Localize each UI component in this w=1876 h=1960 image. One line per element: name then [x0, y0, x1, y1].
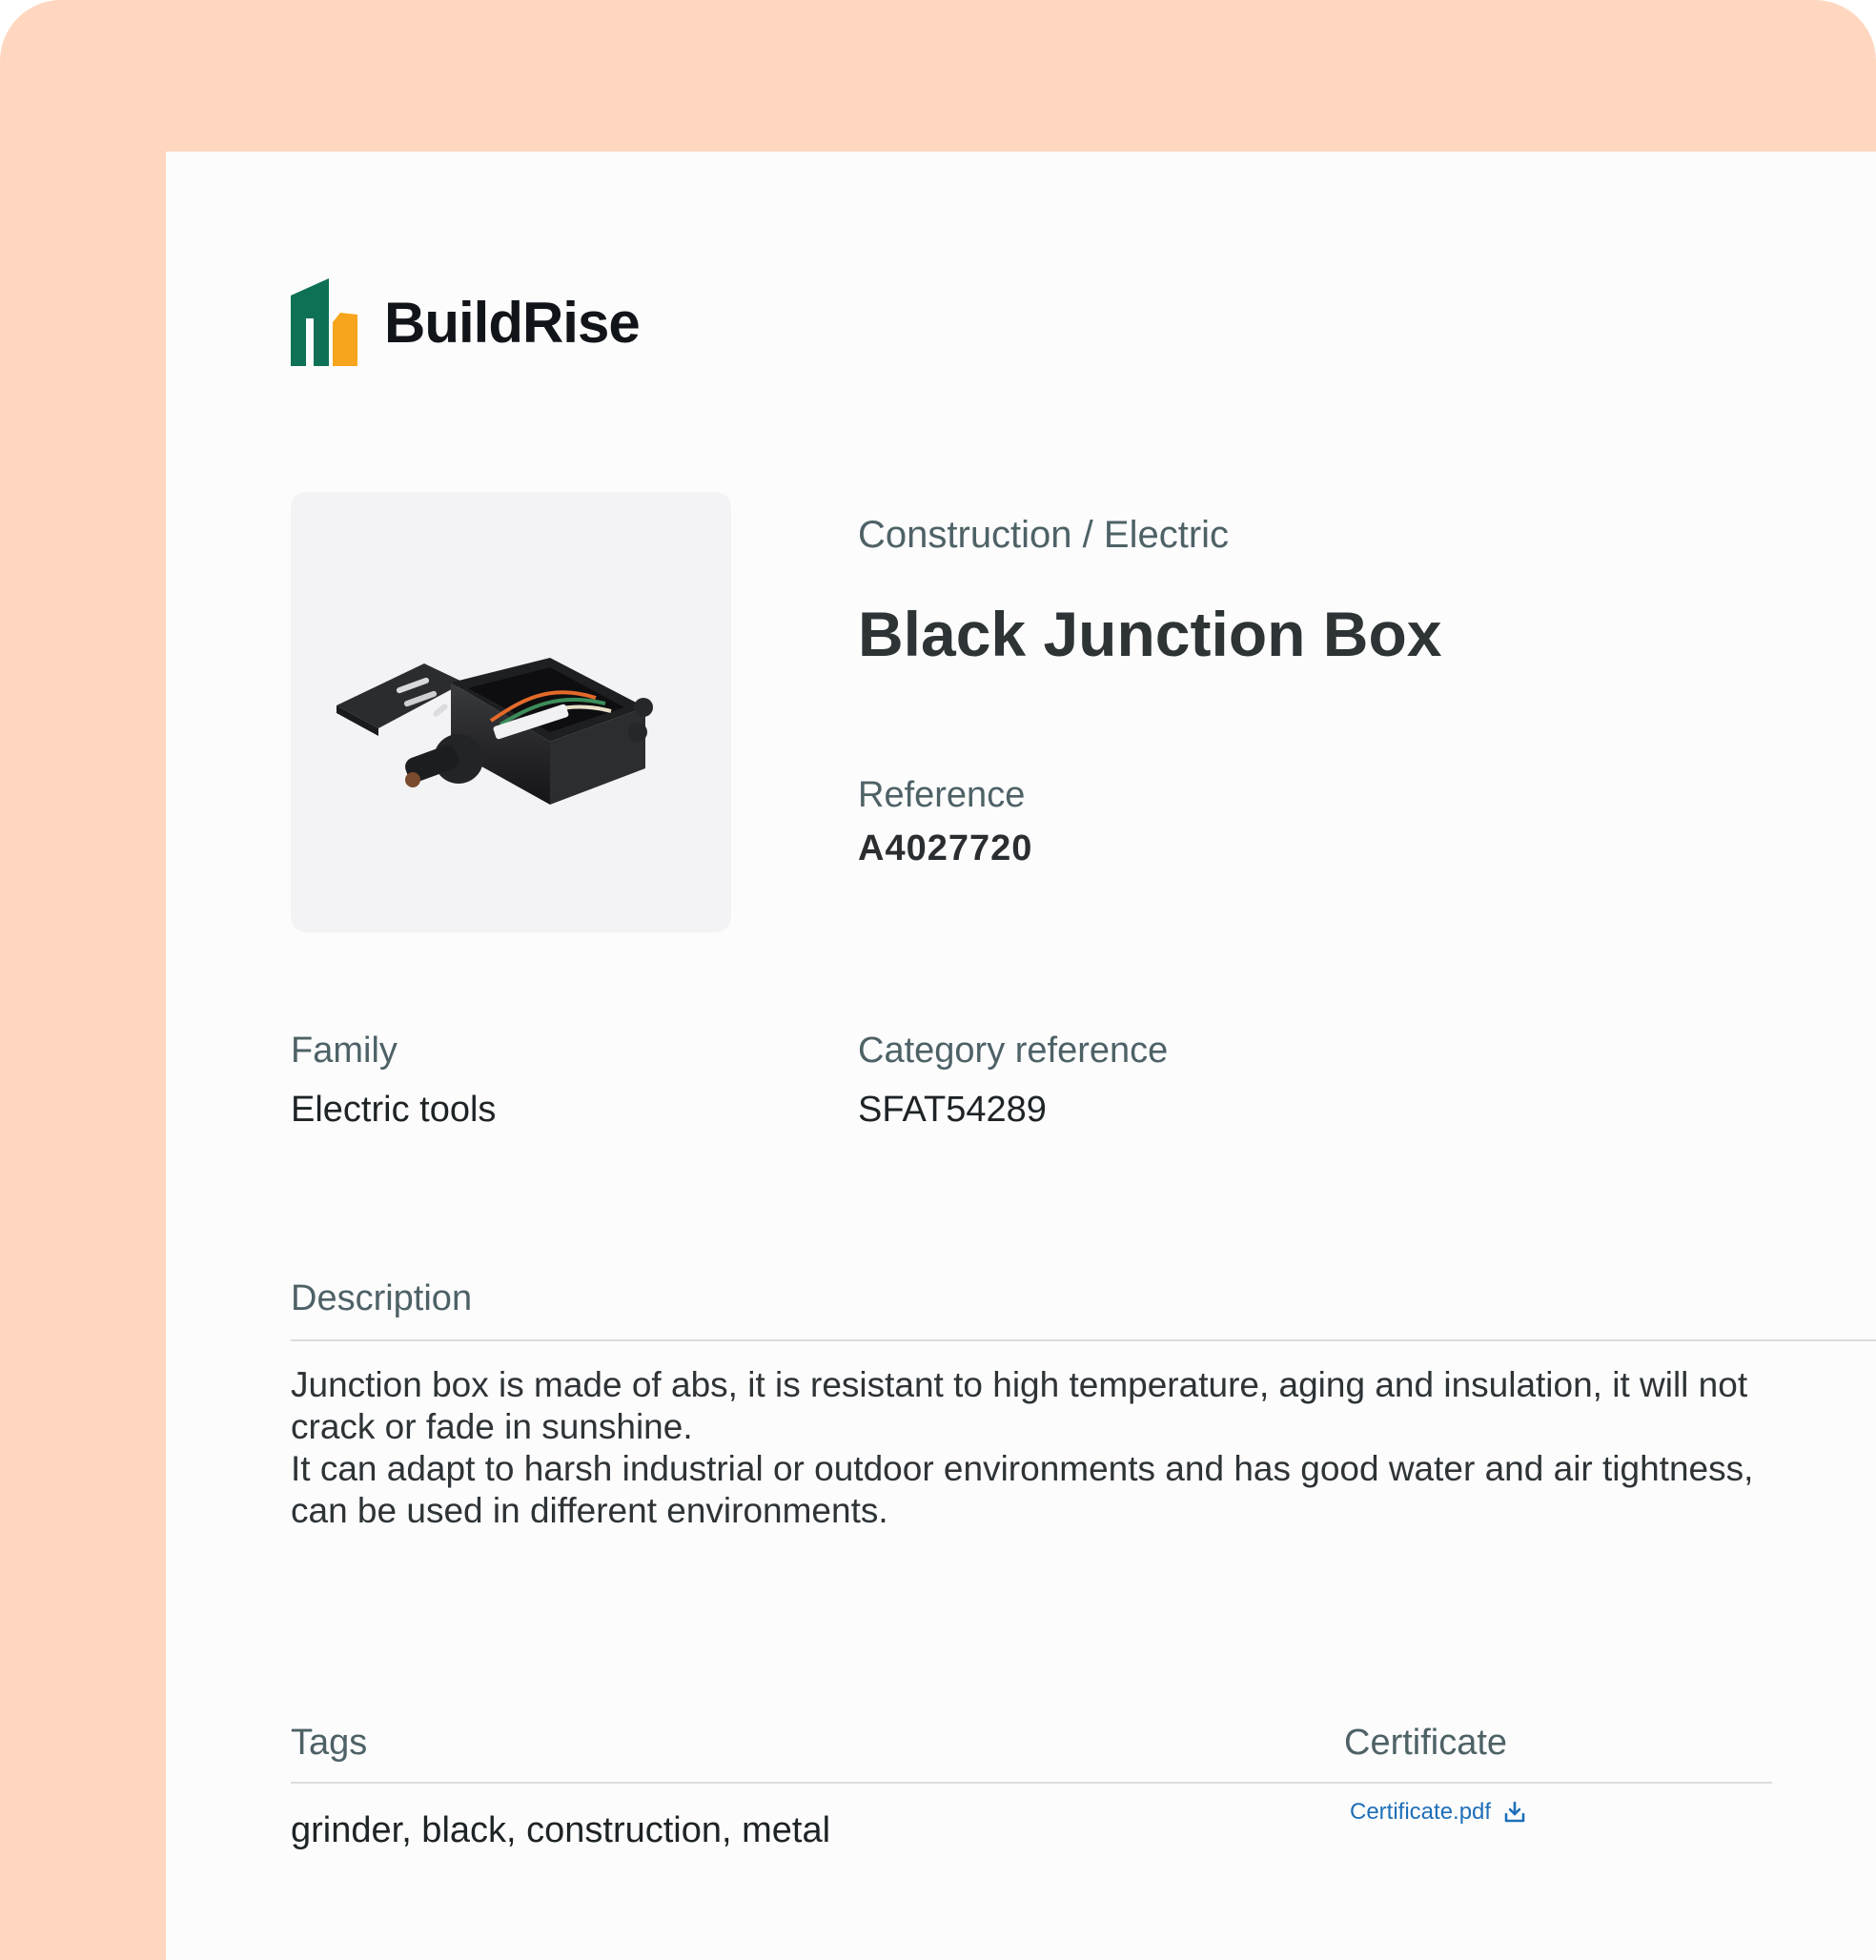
background-frame: BuildRise Construction / Electric Black … [0, 0, 1876, 1960]
certificate-file-name[interactable]: Certificate.pdf [1350, 1799, 1491, 1826]
family-value: Electric tools [291, 1090, 497, 1130]
reference-value: A4027720 [858, 828, 1033, 868]
brand-logo: BuildRise [291, 278, 641, 366]
description-text: Junction box is made of abs, it is resis… [291, 1364, 1787, 1532]
category-reference-value: SFAT54289 [858, 1090, 1047, 1130]
description-label: Description [291, 1278, 473, 1318]
certificate-download-link[interactable]: Certificate.pdf [1350, 1799, 1527, 1826]
product-image [291, 492, 731, 932]
reference-label: Reference [858, 775, 1026, 815]
tags-divider [291, 1782, 1772, 1784]
tags-value: grinder, black, construction, metal [291, 1810, 831, 1850]
tags-label: Tags [291, 1723, 368, 1763]
junction-box-image [336, 658, 653, 805]
certificate-label: Certificate [1344, 1723, 1508, 1763]
description-divider [291, 1339, 1876, 1341]
download-icon[interactable] [1502, 1800, 1527, 1825]
description-paragraph: It can adapt to harsh industrial or outd… [291, 1449, 1754, 1530]
product-sheet-panel: BuildRise Construction / Electric Black … [166, 152, 1876, 1960]
buildrise-logo-icon [291, 278, 357, 366]
description-paragraph: Junction box is made of abs, it is resis… [291, 1365, 1748, 1446]
breadcrumb: Construction / Electric [858, 514, 1230, 556]
brand-name: BuildRise [384, 290, 641, 355]
category-reference-label: Category reference [858, 1031, 1169, 1071]
family-label: Family [291, 1031, 398, 1071]
product-title: Black Junction Box [858, 599, 1442, 669]
